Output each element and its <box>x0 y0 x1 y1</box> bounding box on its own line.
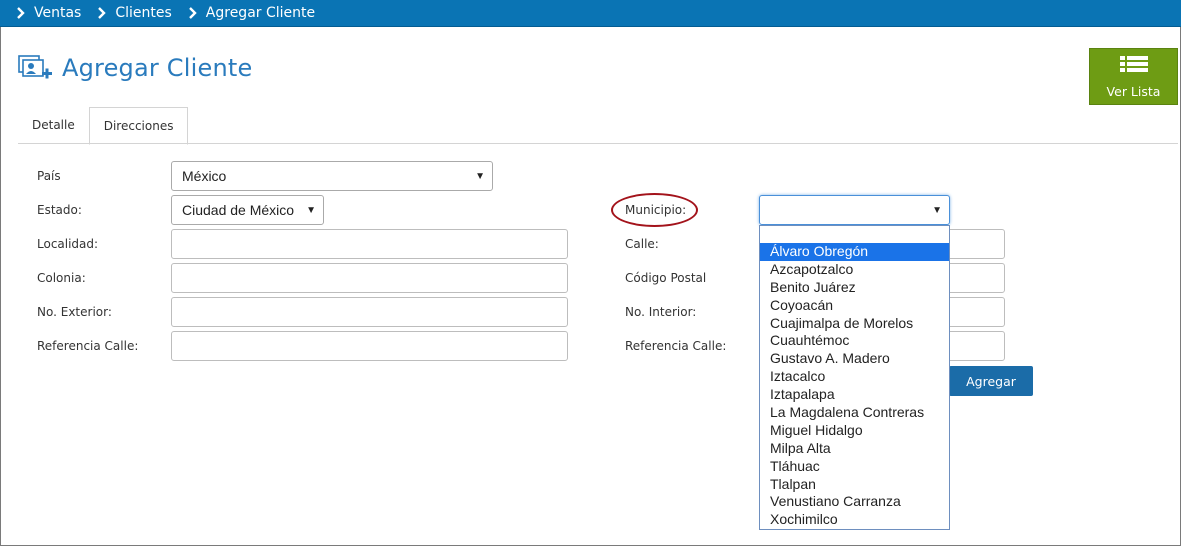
tab-detalle[interactable]: Detalle <box>18 106 89 144</box>
dropdown-option[interactable]: Iztapalapa <box>760 386 949 404</box>
colonia-label: Colonia: <box>37 271 86 285</box>
referencia-calle-input[interactable] <box>171 331 568 361</box>
dropdown-option[interactable]: Venustiano Carranza <box>760 493 949 511</box>
estado-label: Estado: <box>37 203 82 217</box>
dropdown-option[interactable]: Tláhuac <box>760 458 949 476</box>
estado-select[interactable]: Ciudad de México ▼ <box>171 195 324 225</box>
tab-divider <box>18 143 1178 144</box>
no-exterior-input[interactable] <box>171 297 568 327</box>
breadcrumb-item-ventas[interactable]: Ventas <box>0 5 81 21</box>
codigo-postal-label: Código Postal <box>625 271 707 285</box>
dropdown-blank-option[interactable] <box>760 226 949 243</box>
no-interior-label: No. Interior: <box>625 305 697 319</box>
dropdown-arrow-icon: ▼ <box>306 205 316 216</box>
breadcrumb: Ventas Clientes Agregar Cliente <box>0 0 1181 27</box>
breadcrumb-label: Agregar Cliente <box>205 5 316 21</box>
breadcrumb-item-agregar-cliente: Agregar Cliente <box>172 5 315 21</box>
breadcrumb-label[interactable]: Ventas <box>34 5 81 21</box>
dropdown-option[interactable]: Cuajimalpa de Morelos <box>760 315 949 333</box>
dropdown-option[interactable]: Milpa Alta <box>760 440 949 458</box>
dropdown-option[interactable]: Miguel Hidalgo <box>760 422 949 440</box>
municipio-select[interactable]: ▼ <box>759 195 950 225</box>
breadcrumb-label[interactable]: Clientes <box>115 5 171 21</box>
tab-bar: Detalle Direcciones <box>18 106 189 145</box>
localidad-input[interactable] <box>171 229 568 259</box>
breadcrumb-item-clientes[interactable]: Clientes <box>81 5 172 21</box>
no-exterior-label: No. Exterior: <box>37 305 112 319</box>
agregar-button[interactable]: Agregar <box>949 366 1033 396</box>
dropdown-arrow-icon: ▼ <box>932 205 942 216</box>
dropdown-option[interactable]: Gustavo A. Madero <box>760 350 949 368</box>
tab-direcciones[interactable]: Direcciones <box>88 107 189 145</box>
pais-value: México <box>182 168 227 184</box>
dropdown-arrow-icon: ▼ <box>475 171 485 182</box>
dropdown-option[interactable]: Álvaro Obregón <box>760 243 949 261</box>
dropdown-option[interactable]: Xochimilco <box>760 511 949 529</box>
highlight-ring <box>611 193 698 227</box>
dropdown-option[interactable]: Coyoacán <box>760 297 949 315</box>
dropdown-option[interactable]: Tlalpan <box>760 476 949 494</box>
page-title: Agregar Cliente <box>62 54 253 82</box>
municipio-dropdown-list[interactable]: Álvaro Obregón Azcapotzalco Benito Juáre… <box>759 225 950 530</box>
chevron-right-icon <box>186 6 200 20</box>
chevron-right-icon <box>14 6 28 20</box>
dropdown-option[interactable]: La Magdalena Contreras <box>760 404 949 422</box>
ver-lista-label: Ver Lista <box>1106 83 1161 99</box>
pais-select[interactable]: México ▼ <box>171 161 493 191</box>
localidad-label: Localidad: <box>37 237 99 251</box>
list-icon <box>1119 55 1148 80</box>
colonia-input[interactable] <box>171 263 568 293</box>
pais-label: País <box>37 169 61 183</box>
ver-lista-button[interactable]: Ver Lista <box>1089 48 1178 105</box>
calle-label: Calle: <box>625 237 659 251</box>
chevron-right-icon <box>95 6 109 20</box>
referencia-calle-2-label: Referencia Calle: <box>625 339 727 353</box>
dropdown-option[interactable]: Azcapotzalco <box>760 261 949 279</box>
estado-value: Ciudad de México <box>182 202 295 218</box>
page-header: Agregar Cliente <box>18 52 252 84</box>
dropdown-option[interactable]: Cuauhtémoc <box>760 332 949 350</box>
dropdown-option[interactable]: Benito Juárez <box>760 279 949 297</box>
dropdown-option[interactable]: Iztacalco <box>760 368 949 386</box>
referencia-calle-label: Referencia Calle: <box>37 339 139 353</box>
add-client-icon <box>18 52 54 84</box>
